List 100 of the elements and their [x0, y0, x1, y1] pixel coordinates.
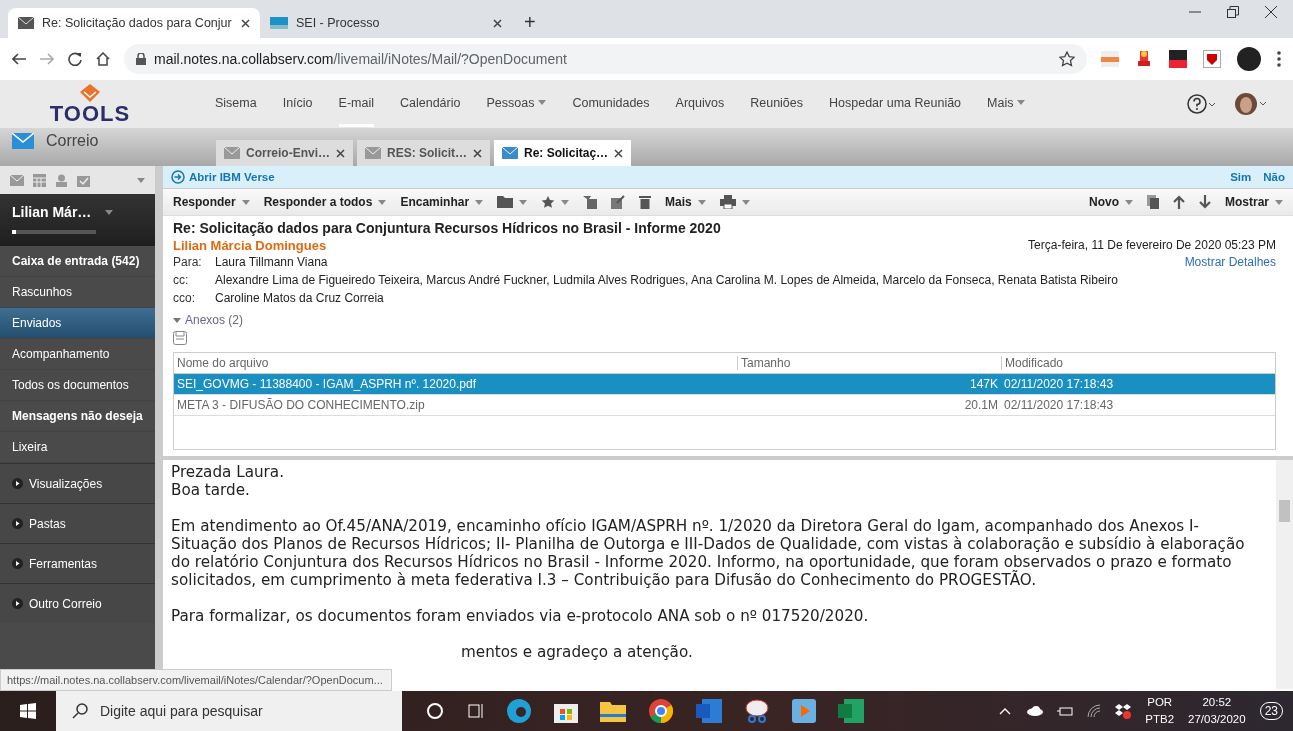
caret-icon [741, 199, 750, 205]
caret-icon [1275, 199, 1283, 205]
trash-icon[interactable] [639, 195, 652, 209]
battery-plug-icon[interactable] [1057, 706, 1074, 716]
caret-icon [697, 199, 706, 205]
expand-icon [12, 478, 23, 489]
down-arrow-icon[interactable] [1199, 195, 1211, 209]
cloud-icon[interactable] [1025, 706, 1044, 716]
document-tab[interactable]: Re: Solicitaç… [494, 140, 632, 166]
attachment-row[interactable]: SEI_GOVMG - 11388400 - IGAM_ASPRH nº. 12020.pdf 147K 02/11/2020 17:18:43 [174, 374, 1275, 395]
caret-icon [378, 199, 387, 205]
home-icon[interactable] [96, 52, 110, 66]
back-arrow-icon[interactable] [12, 53, 26, 65]
nav-link[interactable]: Mais [987, 81, 1026, 127]
caret-icon [173, 316, 181, 324]
folder-item[interactable]: Enviados [0, 308, 155, 339]
address-bar[interactable]: mail.notes.na.collabserv.com/livemail/iNotes/Mail/?OpenDocument [124, 44, 1087, 74]
toolbar-menu[interactable]: Mostrar [1225, 195, 1283, 209]
nav-link[interactable]: Início [282, 81, 313, 127]
section-title: Correio [46, 132, 99, 150]
scrollbar[interactable] [1276, 460, 1293, 689]
attachments-toggle[interactable]: Anexos (2) [173, 313, 1276, 327]
details-link[interactable]: Mostrar Detalhes [1184, 255, 1276, 269]
close-tab-icon[interactable] [614, 148, 624, 158]
caret-icon [241, 199, 250, 205]
message-date: Terça-feira, 11 De fevereiro De 2020 05:23 PM [1028, 238, 1276, 253]
star-menu[interactable] [541, 195, 570, 209]
print-menu[interactable] [719, 195, 750, 209]
column-header[interactable]: Modificado [1001, 356, 1275, 370]
save-icon[interactable] [173, 331, 187, 345]
envelope-icon [365, 147, 381, 159]
toolbar-menu[interactable]: Responder [173, 195, 250, 209]
dropbox-error-icon[interactable] [1115, 703, 1132, 719]
close-tab-icon[interactable] [241, 18, 250, 28]
chevron-icon [1017, 100, 1026, 105]
column-header[interactable]: Tamanho [737, 356, 1001, 370]
toolbar-menu[interactable]: Encaminhar [400, 195, 484, 209]
envelope-icon [12, 133, 34, 149]
caret-icon [105, 209, 114, 215]
nav-link[interactable]: Comunidades [572, 81, 650, 127]
banner-link[interactable]: Não [1263, 171, 1285, 183]
help-icon[interactable] [1187, 94, 1217, 114]
banner-link[interactable]: Sim [1230, 171, 1252, 183]
folder-icon[interactable] [600, 700, 626, 722]
caret-icon [561, 199, 570, 205]
star-icon[interactable] [1059, 51, 1075, 67]
toolbar-menu[interactable]: Novo [1089, 195, 1133, 209]
search-icon [72, 703, 88, 719]
status-url-tooltip: https://mail.notes.na.collabserv.com/livemail/iNotes/Calendar/?OpenDocum... [0, 669, 392, 691]
envelope-icon [502, 147, 519, 159]
nav-link[interactable]: Calendário [400, 81, 461, 127]
input-language[interactable]: POR PTB2 [1145, 694, 1175, 728]
list-icon[interactable] [583, 195, 598, 209]
nav-link[interactable]: Reuniões [750, 81, 804, 127]
envelope-icon [224, 147, 240, 159]
checklist-icon[interactable] [77, 173, 90, 187]
close-tab-icon[interactable] [493, 18, 502, 28]
windows-start-icon[interactable] [20, 703, 36, 719]
message-subject: Re: Solicitação dados para Conjuntura Recursos Hídricos no Brasil - Informe 2020 [173, 220, 722, 236]
colorful-extension-icon[interactable] [1135, 50, 1153, 68]
caret-icon [1125, 199, 1133, 205]
document-tab[interactable]: Correio-Envi… [216, 140, 353, 166]
up-arrow-icon[interactable] [1173, 195, 1185, 209]
taskbar-search-field[interactable]: Digite aqui para pesquisar [56, 691, 402, 731]
document-tab[interactable]: RES: Solicit… [357, 140, 491, 166]
nav-link[interactable]: Hospedar uma Reunião [829, 81, 962, 127]
new-tab-button[interactable]: + [512, 11, 548, 38]
wifi-icon[interactable] [1087, 704, 1102, 718]
close-tab-icon[interactable] [336, 148, 345, 158]
column-header[interactable]: Nome do arquivo [174, 356, 737, 370]
shield-extension-icon[interactable] [1203, 50, 1221, 68]
tools-logo[interactable]: TOOLS [0, 84, 180, 124]
folder-menu[interactable] [497, 196, 528, 208]
menu-icon[interactable] [1277, 51, 1281, 67]
body-paragraph: Boa tarde. [171, 481, 250, 499]
caret-icon [475, 199, 484, 205]
reload-icon[interactable] [68, 52, 82, 66]
toolbar-menu[interactable]: Mais [665, 195, 706, 209]
browser-tab[interactable]: Re: Solicitação dados para Conjur [8, 8, 260, 38]
recipient-label: Para: [173, 255, 203, 269]
toolbar-menu[interactable]: Responder a todos [263, 195, 387, 209]
nav-link[interactable]: Pessoas [486, 81, 547, 127]
printer-icon [719, 195, 736, 209]
envelope-icon [18, 17, 34, 29]
attachment-row[interactable]: META 3 - DIFUSÃO DO CONHECIMENTO.zip 20.1M 02/11/2020 17:18:43 [174, 395, 1275, 416]
nav-link[interactable]: Sisema [215, 81, 257, 127]
clock[interactable]: 20:52 27/03/2020 [1188, 694, 1246, 728]
profile-avatar-icon[interactable] [1235, 93, 1267, 115]
chevron-up-icon[interactable] [999, 707, 1012, 715]
avatar-icon[interactable] [1237, 47, 1261, 71]
close-tab-icon[interactable] [473, 148, 483, 158]
browser-tab[interactable]: SEI - Processo [260, 8, 512, 38]
task-view-icon[interactable] [466, 702, 484, 720]
edit-icon[interactable] [611, 195, 626, 209]
restore-icon[interactable] [1227, 6, 1239, 18]
open-verse-link[interactable]: Abrir IBM Verse [189, 171, 275, 183]
copy-icon[interactable] [1147, 195, 1159, 209]
nav-link[interactable]: Arquivos [675, 81, 725, 127]
expand-icon [12, 558, 23, 569]
close-icon[interactable] [1265, 6, 1277, 18]
